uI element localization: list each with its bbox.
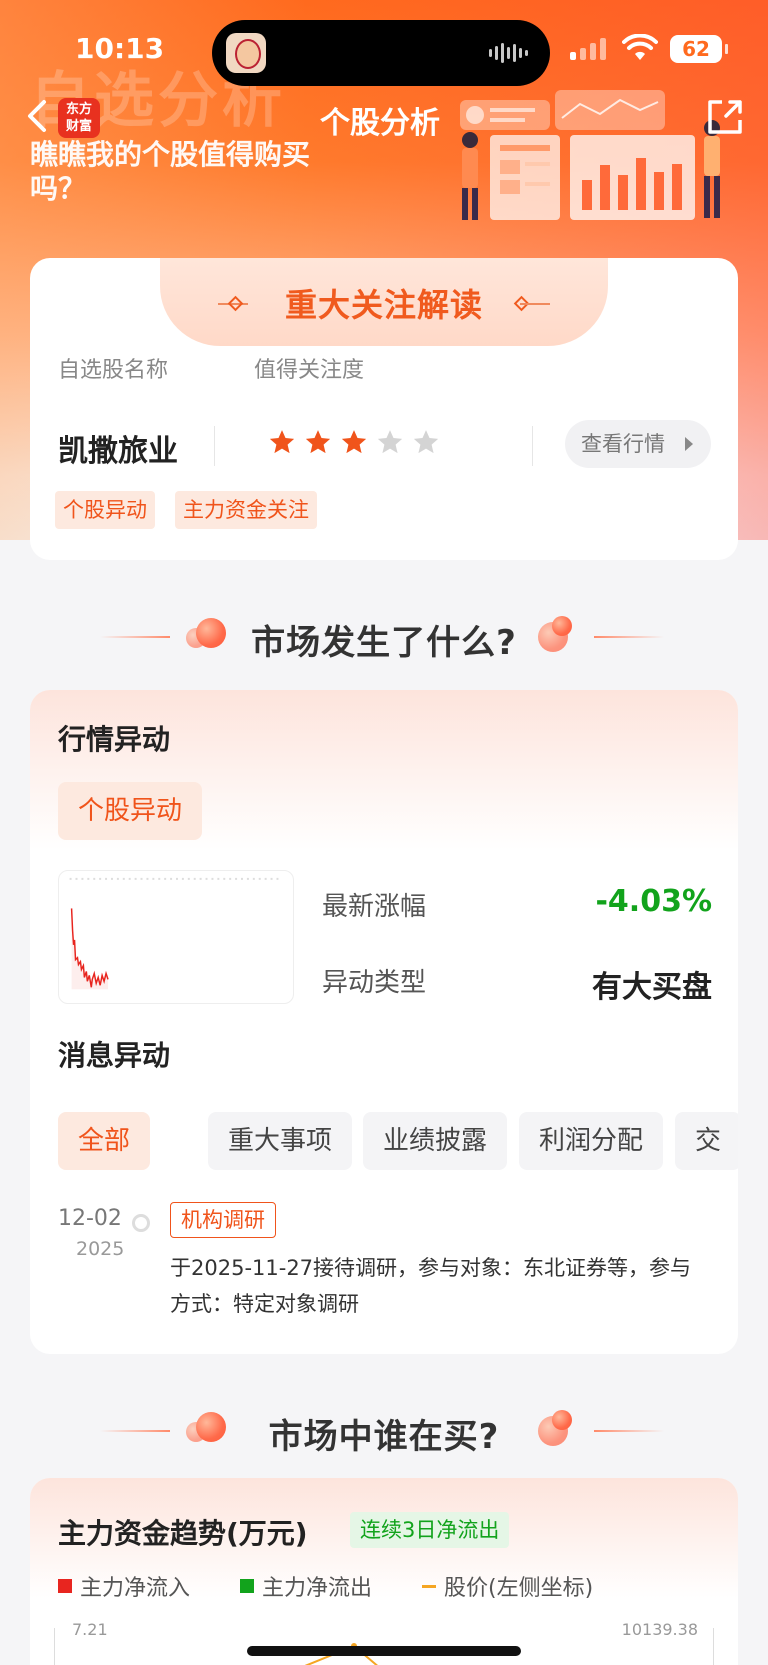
news-text[interactable]: 于2025-11-27接待调研，参与对象：东北证券等，参与方式：特定对象调研 <box>170 1250 710 1322</box>
star-filled-icon <box>269 430 295 454</box>
stock-name-label: 自选股名称 <box>58 358 169 383</box>
latest-change-label: 最新涨幅 <box>322 892 427 922</box>
star-empty-icon <box>413 430 439 454</box>
status-time: 10:13 <box>75 32 165 65</box>
tag-stock-anomaly: 个股异动 <box>55 491 155 529</box>
focus-card-title: 重大关注解读 <box>284 286 483 324</box>
audio-wave-icon <box>489 42 528 64</box>
legend-price-label: 股价(左侧坐标) <box>444 1576 594 1601</box>
section-title-buyers: 市场中谁在买? <box>268 1417 500 1457</box>
star-empty-icon <box>377 430 403 454</box>
legend-outflow-label: 主力净流出 <box>262 1576 373 1601</box>
net-outflow-badge: 连续3日净流出 <box>350 1512 510 1548</box>
attention-label: 值得关注度 <box>254 358 365 383</box>
news-tag: 机构调研 <box>170 1202 276 1238</box>
mini-price-chart[interactable] <box>58 870 294 1004</box>
filter-major-events[interactable]: 重大事项 <box>208 1112 353 1170</box>
quote-anomaly-title: 行情异动 <box>58 723 171 756</box>
share-icon[interactable] <box>704 96 746 138</box>
dynamic-island <box>212 20 550 86</box>
legend-inflow-label: 主力净流入 <box>80 1576 191 1601</box>
legend-price: 股价(左侧坐标) <box>422 1570 593 1602</box>
latest-change-value: -4.03% <box>595 884 712 919</box>
app-avatar-icon <box>226 33 266 73</box>
fund-trend-card: 主力资金趋势(万元) 连续3日净流出 主力净流入 主力净流出 股价(左侧坐标) … <box>30 1478 738 1665</box>
wifi-icon <box>622 34 658 60</box>
anomaly-type-value: 有大买盘 <box>592 970 712 1005</box>
market-card: 行情异动 个股异动 最新涨幅 -4.03% 异动类型 有大买盘 消息异动 全部 … <box>30 690 738 1354</box>
section-deco-right <box>594 1430 664 1432</box>
stock-name[interactable]: 凯撒旅业 <box>58 426 178 470</box>
news-filter-tabs: 全部 重大事项 业绩披露 利润分配 交 <box>58 1112 738 1172</box>
battery-indicator: 62 <box>670 35 728 63</box>
tag-main-fund: 主力资金关注 <box>175 491 317 529</box>
bubble-icon <box>552 1410 572 1430</box>
back-icon[interactable] <box>20 94 60 138</box>
focus-card: 重大关注解读 自选股名称 值得关注度 凯撒旅业 查看行情 个股异动 主力资金关注 <box>30 258 738 560</box>
divider <box>214 426 215 466</box>
home-indicator <box>247 1646 521 1656</box>
attention-stars <box>268 428 440 456</box>
section-deco-right <box>594 636 664 638</box>
news-year: 2025 <box>76 1238 125 1260</box>
eastmoney-logo: 东方 财富 <box>58 98 100 138</box>
signal-icon <box>570 36 606 60</box>
filter-trading[interactable]: 交 <box>675 1112 738 1170</box>
filter-earnings[interactable]: 业绩披露 <box>363 1112 508 1170</box>
fund-trend-title: 主力资金趋势(万元) <box>58 1517 308 1550</box>
chevron-right-icon <box>685 437 693 451</box>
timeline-dot-icon <box>132 1214 150 1232</box>
filter-dividend[interactable]: 利润分配 <box>519 1112 664 1170</box>
title-deco-right <box>520 303 550 305</box>
star-filled-icon <box>341 430 367 454</box>
logo-line-2: 财富 <box>65 119 92 134</box>
filter-all[interactable]: 全部 <box>58 1112 151 1170</box>
anomaly-type-label: 异动类型 <box>322 968 427 998</box>
view-quote-button[interactable]: 查看行情 <box>565 420 711 468</box>
view-quote-label: 查看行情 <box>581 432 665 456</box>
news-date: 12-02 <box>58 1206 122 1231</box>
legend-outflow: 主力净流出 <box>240 1570 372 1602</box>
page-title: 个股分析 <box>320 106 440 141</box>
legend-inflow: 主力净流入 <box>58 1570 190 1602</box>
hero-slogan: 瞧瞧我的个股值得购买吗？ <box>30 138 311 205</box>
bubble-icon <box>552 616 572 636</box>
inflow-swatch <box>58 1579 72 1593</box>
logo-line-1: 东方 <box>65 102 92 117</box>
divider <box>532 426 533 466</box>
analysis-illustration <box>460 90 720 220</box>
chip-stock-anomaly[interactable]: 个股异动 <box>58 782 203 840</box>
outflow-swatch <box>240 1579 254 1593</box>
price-swatch <box>422 1584 436 1588</box>
news-anomaly-title: 消息异动 <box>58 1039 171 1072</box>
section-title-market: 市场发生了什么? <box>251 623 517 663</box>
star-filled-icon <box>305 430 331 454</box>
